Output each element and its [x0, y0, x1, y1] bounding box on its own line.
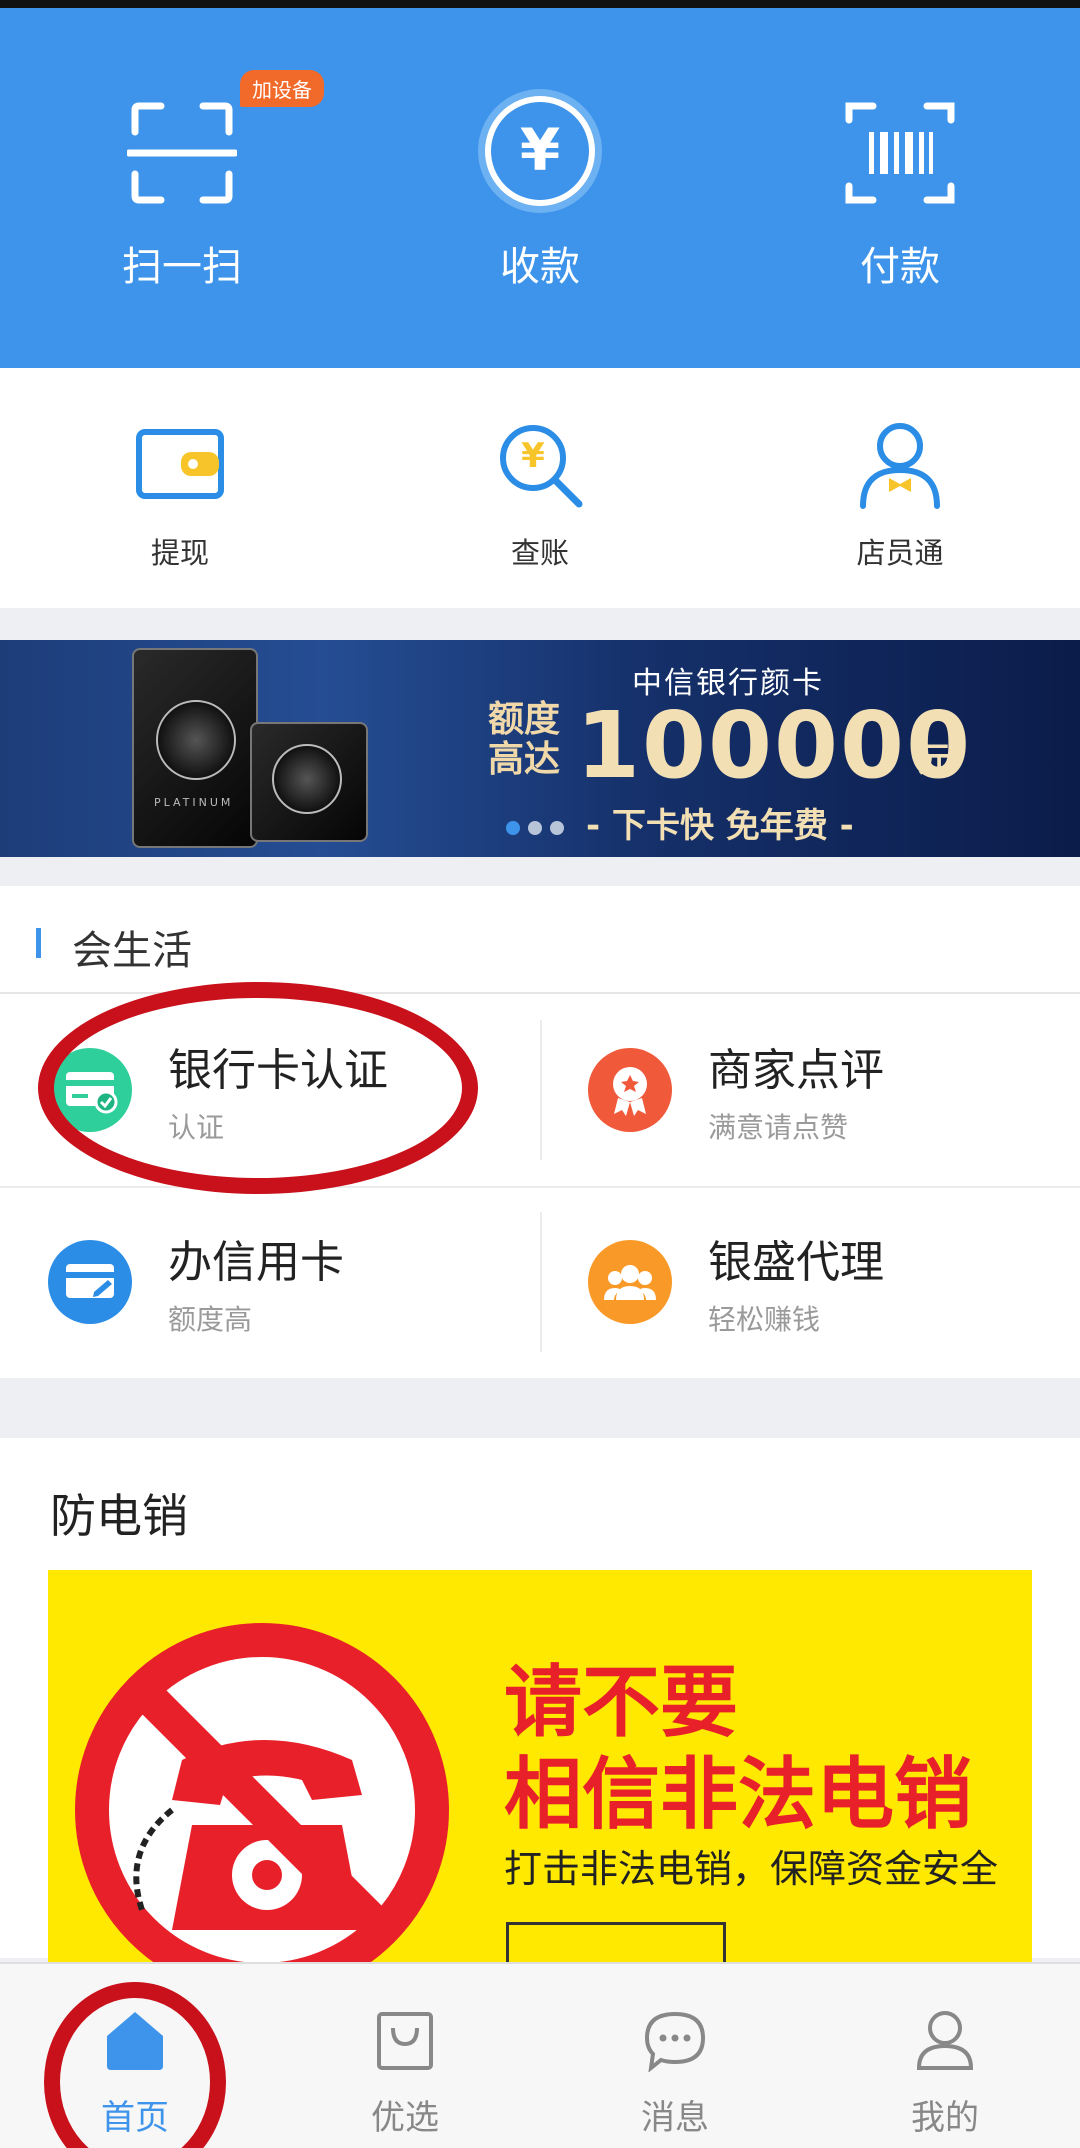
staff-icon [853, 418, 947, 512]
withdraw-button[interactable]: 提现 [60, 418, 300, 572]
promo-banner[interactable]: PLATINUM 中信银行颜卡 额度 高达 100000 元 - 下卡快 免年费… [0, 640, 1080, 857]
service-subtitle: 满意请点赞 [708, 1111, 849, 1144]
life-services-section: 会生活 银行卡认证 认证 商家点评 满意请点赞 办信用卡 额度高 银盛代理 轻松… [0, 886, 1080, 1378]
service-agent[interactable]: 银盛代理 轻松赚钱 [540, 1186, 1080, 1378]
section-title: 防电销 [50, 1489, 188, 1543]
service-subtitle: 额度高 [168, 1303, 253, 1336]
service-subtitle: 认证 [168, 1111, 225, 1144]
banner-tagline: - 下卡快 免年费 - [586, 806, 854, 846]
banner-amount: 100000 [576, 692, 973, 799]
barcode-icon [845, 98, 955, 208]
add-device-badge[interactable]: 加设备 [240, 70, 324, 107]
carousel-dot[interactable] [506, 821, 520, 835]
status-bar [0, 0, 1080, 8]
service-title: 银盛代理 [708, 1237, 884, 1288]
search-yuan-symbol: ¥ [521, 436, 545, 476]
yuan-circle-icon: ¥ [478, 89, 602, 213]
receive-label: 收款 [500, 244, 580, 290]
tab-messages[interactable]: 消息 [540, 1964, 810, 2148]
tab-label: 我的 [911, 2098, 979, 2138]
credit-card-icon [48, 1240, 132, 1324]
scan-button[interactable]: 扫一扫 [62, 98, 302, 292]
message-icon [643, 2008, 707, 2073]
medal-icon [588, 1048, 672, 1132]
pay-label: 付款 [860, 244, 940, 290]
hero-actions: 扫一扫 加设备 ¥ 收款 付款 [0, 8, 1080, 368]
wallet-icon [133, 418, 227, 512]
group-icon [588, 1240, 672, 1324]
carousel-dot[interactable] [528, 821, 542, 835]
banner-limit-line-a: 额度 [488, 699, 561, 740]
service-merchant-review[interactable]: 商家点评 满意请点赞 [540, 994, 1080, 1186]
service-title: 银行卡认证 [168, 1045, 388, 1096]
section-header: 会生活 [0, 886, 1080, 994]
staff-label: 店员通 [856, 536, 944, 570]
bill-query-label: 查账 [510, 536, 569, 570]
scan-label: 扫一扫 [122, 244, 242, 290]
receive-button[interactable]: ¥ 收款 [420, 89, 660, 292]
search-yuan-icon: ¥ [493, 418, 587, 512]
credit-card-image-secondary [250, 722, 368, 842]
divider [540, 1020, 542, 1160]
credit-card-image: PLATINUM [132, 648, 258, 848]
section-title: 会生活 [72, 928, 192, 974]
home-icon [103, 2008, 167, 2072]
yuan-symbol: ¥ [519, 116, 561, 184]
no-phone-icon [75, 1623, 449, 1970]
bank-card-icon [48, 1048, 132, 1132]
tab-featured[interactable]: 优选 [270, 1964, 540, 2148]
tab-label: 首页 [101, 2098, 169, 2138]
tab-label: 优选 [371, 2098, 439, 2138]
service-title: 商家点评 [708, 1045, 884, 1096]
card-seal [156, 700, 236, 780]
tab-profile[interactable]: 我的 [810, 1964, 1080, 2148]
section-accent-bar [36, 928, 41, 958]
service-subtitle: 轻松赚钱 [708, 1303, 821, 1336]
banner-unit: 元 [918, 740, 952, 780]
card-seal-secondary [272, 744, 342, 814]
banner-limit-label: 额度 高达 [488, 700, 560, 780]
withdraw-label: 提现 [150, 536, 209, 570]
quick-actions: 提现 ¥ 查账 店员通 [0, 368, 1080, 608]
banner-limit-line-b: 高达 [488, 739, 561, 780]
bottom-tab-bar: 首页 优选 消息 我的 [0, 1962, 1080, 2148]
shopping-bag-icon [373, 2008, 437, 2072]
pay-button[interactable]: 付款 [780, 98, 1020, 292]
bill-query-button[interactable]: ¥ 查账 [420, 418, 660, 572]
anti-fraud-banner[interactable]: 请不要 相信非法电销 打击非法电销，保障资金安全 [48, 1570, 1032, 1970]
anti-fraud-section: 防电销 请不要 相信非法电销 打击非法电销，保障资金安全 [0, 1438, 1080, 1970]
tab-label: 消息 [641, 2098, 709, 2138]
alert-line-3: 打击非法电销，保障资金安全 [504, 1847, 999, 1891]
tab-home[interactable]: 首页 [0, 1964, 270, 2148]
carousel-dot[interactable] [550, 821, 564, 835]
service-title: 办信用卡 [168, 1237, 344, 1288]
scan-icon [125, 98, 239, 208]
service-credit-card-apply[interactable]: 办信用卡 额度高 [0, 1186, 540, 1378]
card-platinum-text: PLATINUM [154, 796, 234, 809]
carousel-indicator[interactable] [506, 820, 572, 839]
alert-line-2: 相信非法电销 [504, 1750, 973, 1840]
service-bank-card-verify[interactable]: 银行卡认证 认证 [0, 994, 540, 1186]
staff-button[interactable]: 店员通 [780, 418, 1020, 572]
divider [540, 1212, 542, 1352]
profile-icon [913, 2008, 977, 2072]
divider [0, 1186, 1080, 1188]
